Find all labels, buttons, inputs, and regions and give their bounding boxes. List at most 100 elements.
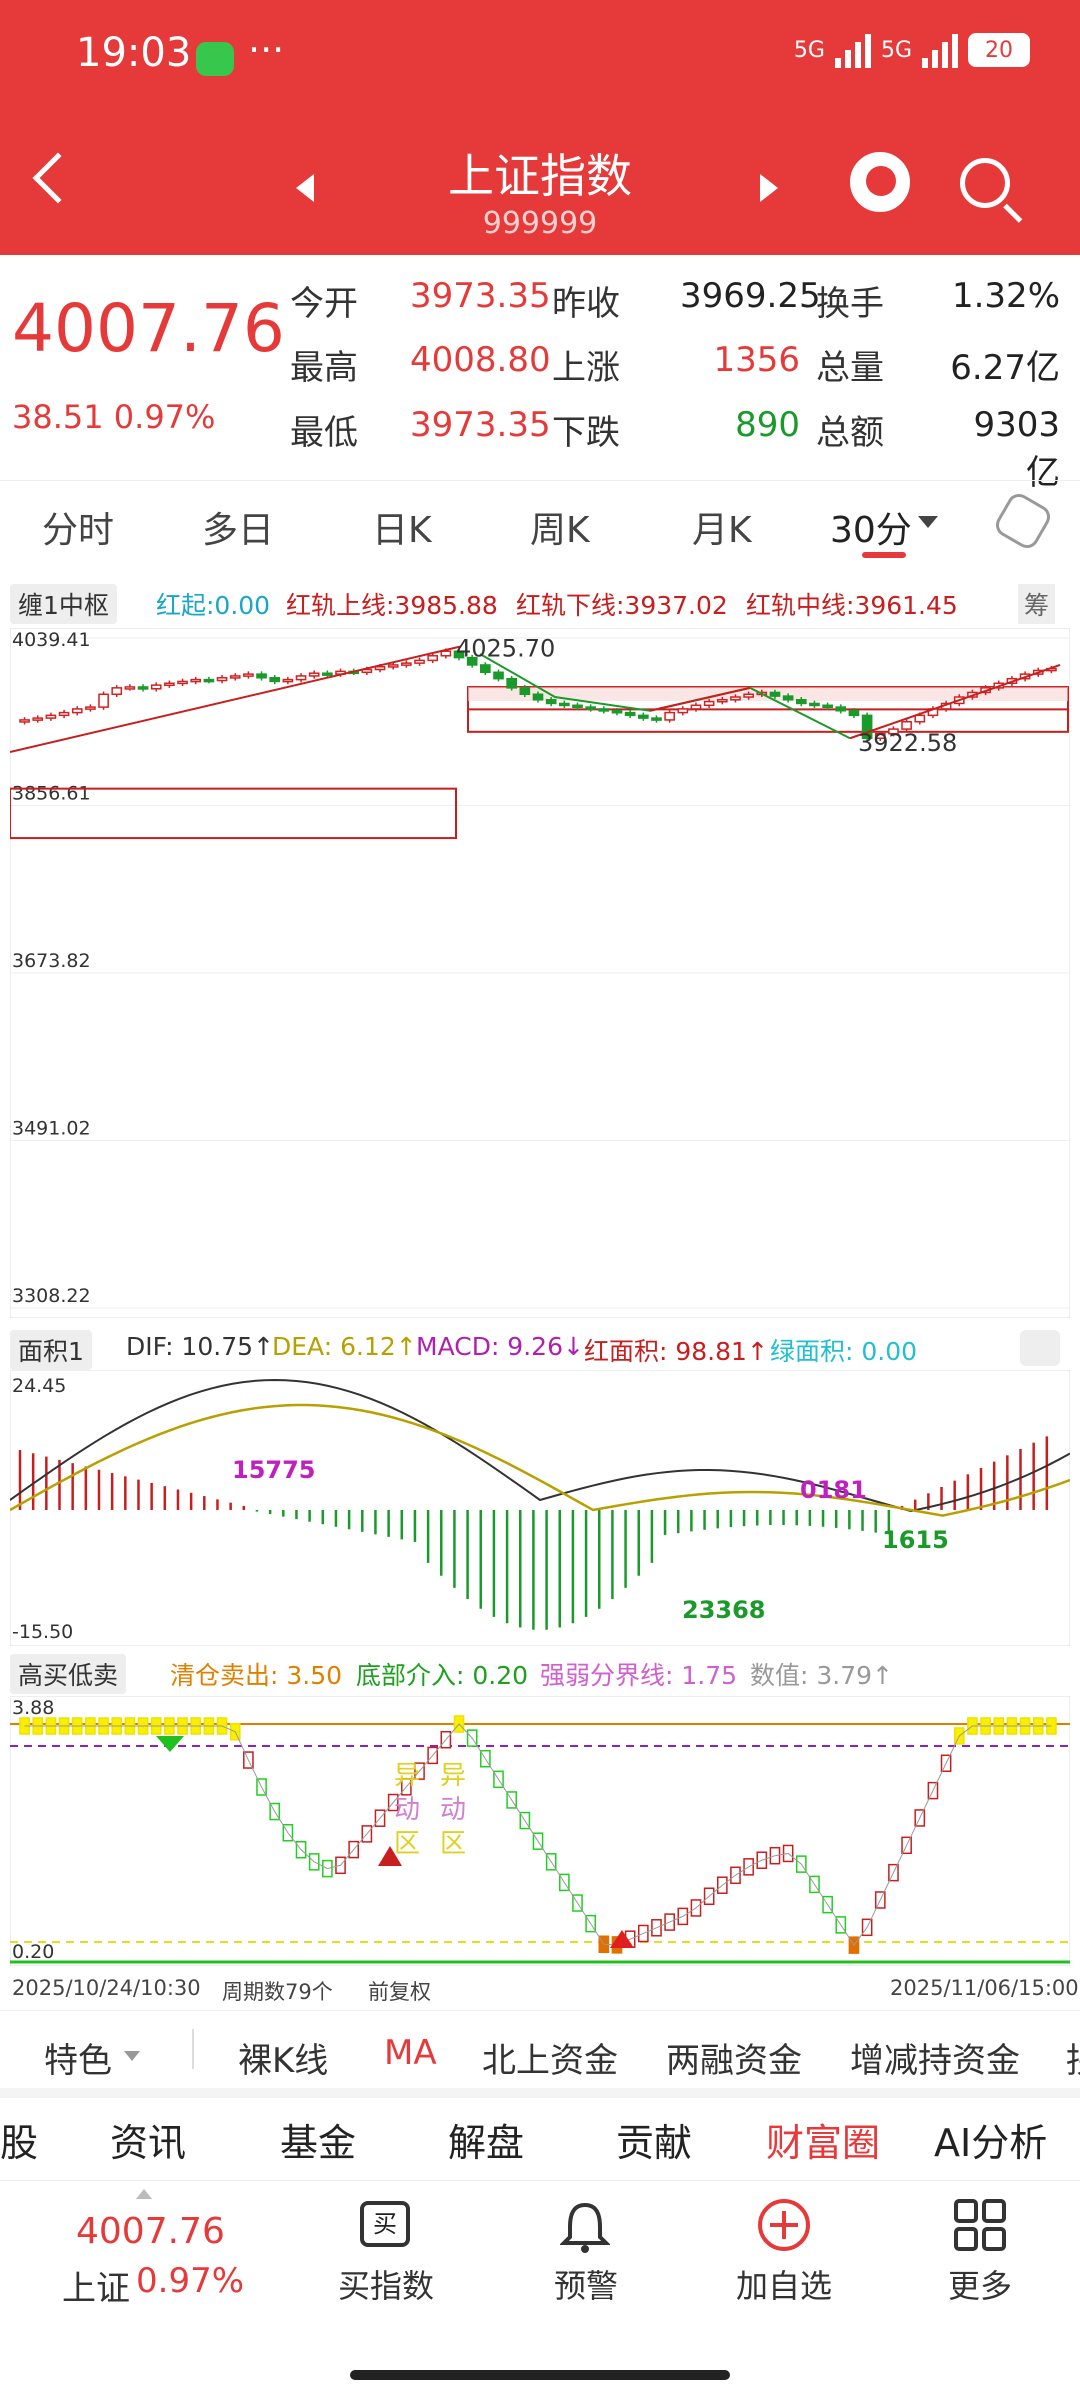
indicator1-row: 缠1中枢 红起:0.00 红轨上线:3985.88 红轨下线:3937.02 红… (0, 580, 1080, 624)
buy-index-button[interactable]: 买指数 (306, 2261, 466, 2307)
tab-daily-k[interactable]: 日K (372, 501, 432, 553)
network-label-1: 5G (793, 37, 825, 63)
y-tick-label: 3.88 (12, 1697, 54, 1719)
candle-body (716, 699, 728, 703)
tab-more[interactable]: 拐 (1066, 2033, 1080, 2082)
prev-stock-icon[interactable] (296, 174, 314, 202)
candle-body (243, 673, 254, 677)
x-start-label: 2025/10/24/10:30 (12, 1976, 201, 2000)
chip-button[interactable]: 筹 (1018, 584, 1056, 624)
adjust-label: 前复权 (368, 1980, 431, 2004)
home-indicator (350, 2370, 730, 2380)
status-right: 5G 5G 20 (794, 32, 1030, 68)
candle-body (401, 662, 412, 666)
macd-annotation: 0181 (800, 1476, 867, 1504)
indicator3-row: 高买低卖 清仓卖出: 3.50 底部介入: 0.20 强弱分界线: 1.75 数… (0, 1650, 1080, 1694)
tab-weekly-k[interactable]: 周K (530, 501, 590, 553)
tab-monthly-k[interactable]: 月K (692, 501, 752, 553)
tab-intraday[interactable]: 分时 (42, 501, 114, 553)
y-tick-label: 0.20 (12, 1941, 54, 1963)
quote-label: 总量 (816, 348, 884, 388)
add-watchlist-button[interactable]: 加自选 (704, 2261, 864, 2307)
search-icon[interactable] (960, 158, 1010, 208)
toolbar-pct: 0.97% (136, 2261, 245, 2301)
indicator2-row: 面积1 DIF: 10.75↑ DEA: 6.12↑ MACD: 9.26↓ 红… (0, 1326, 1080, 1370)
cat-contribution[interactable]: 贡献 (616, 2112, 692, 2167)
current-price: 4007.76 (12, 290, 285, 367)
quote-label: 换手 (816, 284, 884, 324)
indicator2-selector[interactable]: 面积1 (10, 1330, 92, 1370)
back-icon[interactable] (32, 152, 84, 204)
indicator3-selector[interactable]: 高买低卖 (10, 1654, 127, 1694)
anomaly-label: 异 (394, 1761, 420, 1791)
candle-body (177, 680, 188, 685)
price-change: 38.51 0.97% (12, 398, 216, 436)
dif-line (10, 1378, 1070, 1513)
cat-ai-analysis[interactable]: AI分析 (934, 2112, 1047, 2167)
indicator1-selector[interactable]: 缠1中枢 (10, 584, 117, 624)
buy-index-icon[interactable]: 买 (360, 2201, 410, 2247)
buysell-chart[interactable]: 3.88 0.20 异 异动 动区区 (10, 1696, 1070, 1966)
tab-multiday[interactable]: 多日 (202, 501, 274, 553)
assistant-icon[interactable] (850, 152, 910, 212)
bell-icon[interactable] (560, 2199, 610, 2253)
signal-icon-2 (922, 32, 958, 68)
indicator2-item: DEA: 6.12↑ (272, 1332, 417, 1361)
next-stock-icon[interactable] (760, 174, 778, 202)
chevron-up-icon[interactable] (136, 2189, 152, 2199)
tab-30min[interactable]: 30分 (830, 501, 912, 553)
tab-underline (862, 552, 906, 558)
candle-body (295, 675, 307, 681)
cat-analysis[interactable]: 解盘 (448, 2112, 524, 2167)
macd-chart[interactable]: 24.45 -15.50 15775 23368 0181 1615 (10, 1370, 1070, 1646)
tab-margin[interactable]: 两融资金 (666, 2033, 802, 2082)
candle-body (98, 693, 109, 708)
more-button[interactable]: 更多 (900, 2261, 1060, 2307)
candle-body (164, 682, 175, 687)
y-tick-label: 4039.41 (12, 629, 91, 651)
chevron-down-icon[interactable] (918, 516, 938, 528)
candle-body (71, 708, 83, 714)
candle-body (256, 673, 267, 679)
y-tick-label: 24.45 (12, 1375, 66, 1397)
anomaly-label: 动 (394, 1795, 420, 1825)
page-title: 上证指数 (448, 149, 632, 203)
candle-body (532, 693, 544, 701)
indicator2-item: 红面积: 98.81↑ (584, 1337, 768, 1366)
chevron-down-icon[interactable] (124, 2051, 140, 2061)
cat-stock[interactable]: 股 (0, 2112, 38, 2167)
y-tick-label: 3856.61 (12, 783, 91, 805)
cat-news[interactable]: 资讯 (110, 2112, 186, 2167)
candle-body (45, 714, 57, 719)
tab-ma[interactable]: MA (384, 2033, 437, 2073)
add-watchlist-icon[interactable] (756, 2197, 812, 2253)
candle-body (374, 666, 386, 671)
cat-fund[interactable]: 基金 (280, 2112, 356, 2167)
tab-bare-k[interactable]: 裸K线 (238, 2033, 328, 2082)
indicator1-item: 红起:0.00 (156, 591, 271, 620)
annotation-label: 4025.70 (456, 635, 555, 663)
alert-button[interactable]: 预警 (506, 2261, 666, 2307)
y-tick-label: 3491.02 (12, 1118, 91, 1140)
quote-label: 今开 (290, 284, 358, 324)
candle-body (664, 711, 675, 721)
signal-icon (834, 32, 871, 68)
sell-arrow (156, 1736, 184, 1752)
more-grid-icon[interactable] (954, 2199, 1006, 2251)
kline-chart[interactable]: 4039.41 3856.61 3673.82 3491.02 3308.22 4025.… (10, 628, 1070, 1318)
tab-northbound[interactable]: 北上资金 (482, 2033, 618, 2082)
expand-icon[interactable] (1020, 1330, 1060, 1366)
header: 19:03 ··· 5G 5G 20 上证指数 999999 (0, 0, 1080, 255)
candle-body (387, 664, 399, 668)
quote-label: 总额 (816, 413, 884, 453)
candle-body (282, 678, 294, 683)
indicator3-item: 底部介入: 0.20 (356, 1661, 529, 1690)
quote-label: 昨收 (552, 284, 620, 324)
cat-wealth-circle[interactable]: 财富圈 (766, 2112, 880, 2167)
tab-holdings[interactable]: 增减持资金 (850, 2033, 1020, 2082)
candle-body (519, 687, 531, 696)
tab-feature[interactable]: 特色 (44, 2033, 112, 2082)
candle-body (835, 706, 847, 712)
quote-value: 3973.35 (410, 276, 551, 316)
candle-body (58, 711, 70, 717)
